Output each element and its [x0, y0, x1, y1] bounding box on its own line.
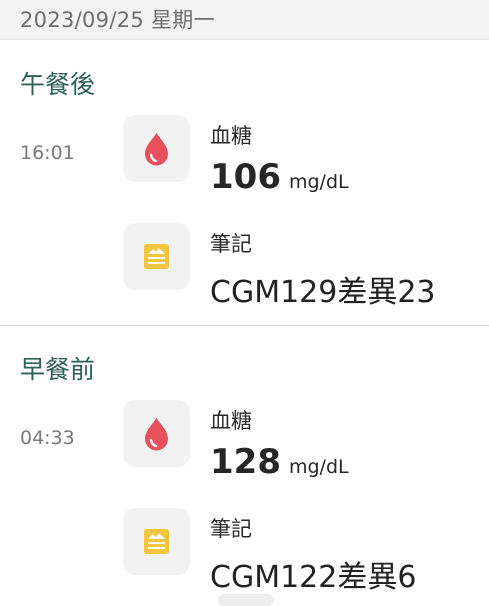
entry-time: 16:01	[20, 142, 75, 164]
glucose-label: 血糖	[210, 409, 252, 433]
note-text: CGM122差異6	[210, 560, 417, 595]
glucose-unit: mg/dL	[288, 171, 349, 193]
note-label: 筆記	[210, 232, 252, 256]
log-section: 早餐前 04:33 血糖 128 mg/dL 筆記 CGM122差異6	[0, 326, 489, 600]
note-icon-tile[interactable]	[123, 508, 190, 575]
blood-drop-icon	[145, 418, 168, 451]
blood-drop-icon	[145, 133, 168, 166]
glucose-icon-tile[interactable]	[123, 115, 190, 182]
glucose-label: 血糖	[210, 124, 252, 148]
meal-period-title: 早餐前	[20, 355, 96, 384]
glucose-value: 106	[210, 157, 281, 197]
glucose-value: 128	[210, 442, 281, 482]
note-icon	[144, 529, 169, 554]
note-label: 筆記	[210, 517, 252, 541]
note-icon-tile[interactable]	[123, 223, 190, 290]
meal-period-title: 午餐後	[20, 70, 96, 99]
note-icon	[144, 244, 169, 269]
glucose-reading: 106 mg/dL	[210, 157, 349, 197]
date-header: 2023/09/25 星期一	[20, 8, 215, 32]
glucose-unit: mg/dL	[288, 456, 349, 478]
next-entry-tile-peek	[218, 594, 274, 606]
glucose-icon-tile[interactable]	[123, 400, 190, 467]
glucose-reading: 128 mg/dL	[210, 442, 349, 482]
entry-time: 04:33	[20, 427, 75, 449]
date-header-bar: 2023/09/25 星期一	[0, 0, 489, 40]
log-section: 午餐後 16:01 血糖 106 mg/dL 筆記 CGM129差異23	[0, 41, 489, 326]
note-text: CGM129差異23	[210, 275, 436, 310]
